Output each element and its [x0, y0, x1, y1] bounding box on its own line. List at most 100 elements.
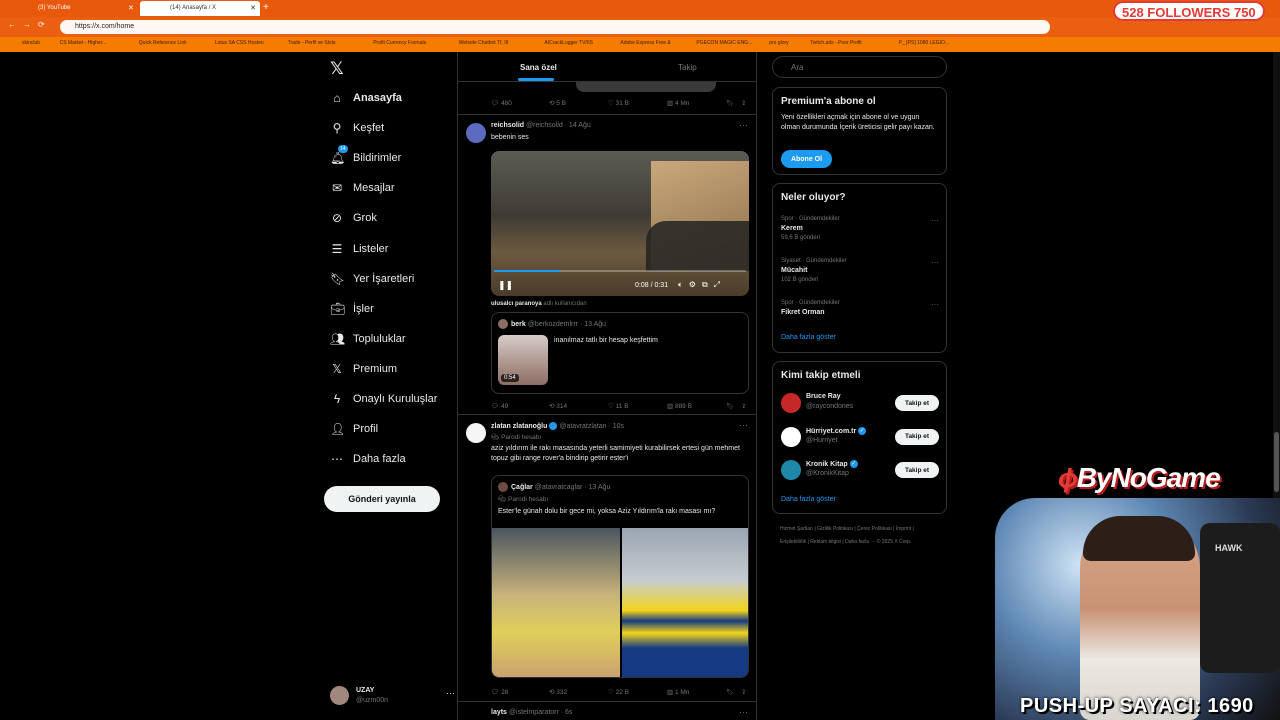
tab-youtube[interactable]: (3) YouTube ✕ [8, 1, 138, 16]
suggested-account[interactable]: Bruce Ray @raycondones Takip et [781, 391, 939, 415]
tweet-author[interactable]: layts @istelmparatorr · 6s [491, 709, 572, 716]
follow-button[interactable]: Takip et [895, 395, 939, 411]
sidebar-item-keşfet[interactable]: ⚲ Keşfet [330, 118, 385, 138]
reply-button[interactable]: 💬︎ 28 [491, 688, 508, 696]
bookmark-item[interactable]: P_ [PS] 1080 LEGIO... [899, 40, 949, 46]
more-icon[interactable]: ··· [739, 120, 748, 130]
bookmark-item[interactable]: Website Chatbot Tf, III [459, 40, 509, 46]
bookmark-item[interactable]: Trade - Perfil ve Slots [288, 40, 336, 46]
more-icon[interactable]: ··· [931, 216, 939, 225]
sidebar-item-bildirimler[interactable]: 🔔︎ Bildirimler 14 [330, 145, 401, 168]
close-icon[interactable]: ✕ [128, 4, 134, 12]
sidebar-item-yer-i̇şaretleri[interactable]: 🔖︎ Yer İşaretleri [330, 269, 414, 289]
show-more-link[interactable]: Daha fazla göster [781, 496, 836, 503]
video-progress[interactable] [494, 270, 746, 272]
account-switcher[interactable]: UZAY @uzm00n ··· [330, 686, 455, 708]
tweet-author[interactable]: reichsolid @reichsolid · 14 Ağu [491, 122, 591, 129]
search-input[interactable] [772, 56, 947, 78]
like-button[interactable]: ♡ 31 B [608, 99, 629, 107]
sidebar-item-i̇şler[interactable]: 💼︎ İşler [330, 299, 374, 319]
like-button[interactable]: ♡ 22 B [608, 688, 629, 696]
sidebar-item-daha-fazla[interactable]: ⋯ Daha fazla [330, 449, 406, 469]
tweet[interactable]: layts @istelmparatorr · 6s ··· [458, 702, 756, 720]
more-icon[interactable]: ··· [739, 707, 748, 717]
bookmark-icon[interactable]: 🔖︎ [726, 688, 734, 696]
reply-button[interactable]: 💬︎ 480 [491, 99, 512, 107]
tweet[interactable]: zlatan zlatanoğlu ✓ @atavratzlatan · 10s … [458, 415, 756, 702]
sidebar-item-topluluklar[interactable]: 👥︎ Topluluklar [330, 329, 406, 349]
tab-following[interactable]: Takip [678, 63, 697, 72]
bookmark-item[interactable]: skinclub [22, 40, 40, 46]
avatar[interactable] [781, 393, 801, 413]
suggested-account[interactable]: Hürriyet.com.tr ✓ @Hurriyet Takip et [781, 425, 939, 449]
trend-item[interactable]: Spor · Gündemdekiler Fikret Orman ··· [781, 300, 939, 319]
sidebar-item-anasayfa[interactable]: ⌂ Anasayfa [330, 88, 402, 108]
video-attribution[interactable]: ulusalcı paranoya adlı kullanıcıdan [491, 301, 587, 307]
quoted-author[interactable]: berk @berkozdemlrrr · 13 Ağu [498, 319, 606, 329]
quoted-image-right[interactable] [622, 528, 748, 677]
share-icon[interactable]: ⇪ [741, 402, 746, 410]
tweet[interactable]: reichsolid @reichsolid · 14 Ağu ··· bebe… [458, 115, 756, 415]
quoted-video-thumbnail[interactable]: 0:54 [498, 335, 548, 385]
avatar[interactable] [781, 460, 801, 480]
more-icon[interactable]: ··· [446, 688, 455, 698]
bookmark-icon[interactable]: 🔖︎ [726, 99, 734, 107]
quoted-tweet[interactable]: berk @berkozdemlrrr · 13 Ağu 0:54 inanıl… [491, 312, 749, 394]
sidebar-item-onaylı-kuruluşlar[interactable]: ϟ Onaylı Kuruluşlar [330, 389, 438, 409]
post-button[interactable]: Gönderi yayınla [324, 486, 440, 512]
bookmark-item[interactable]: Quick Reference Link [139, 40, 187, 46]
bookmark-item[interactable]: PGECON MAGIC ENG... [696, 40, 752, 46]
video-player[interactable]: ❚❚ 0:08 / 0:31 🔈︎⚙⧉⤢ [491, 151, 749, 296]
like-button[interactable]: ♡ 11 B [608, 402, 629, 410]
share-icon[interactable]: ⇪ [741, 688, 746, 696]
bookmark-item[interactable]: Lotus SA CSS Hosten [215, 40, 264, 46]
retweet-button[interactable]: ⟲ 5 B [549, 99, 566, 107]
views-button[interactable]: ▥ 4 Mn [667, 99, 689, 107]
subscribe-button[interactable]: Abone Ol [781, 150, 832, 168]
bookmark-item[interactable]: AICrackLogger TV/IIS [544, 40, 593, 46]
new-tab-icon[interactable]: + [263, 2, 269, 13]
more-icon[interactable]: ··· [931, 300, 939, 309]
pause-icon[interactable]: ❚❚ [498, 280, 513, 291]
quoted-author[interactable]: Çağlar @atavratcaglar · 13 Ağu [498, 482, 610, 492]
retweet-button[interactable]: ⟲ 314 [549, 402, 567, 410]
scrollbar-thumb[interactable] [1274, 432, 1279, 492]
quoted-tweet[interactable]: Çağlar @atavratcaglar · 13 Ağu 🎭︎ Parodi… [491, 475, 749, 678]
sidebar-item-profil[interactable]: 👤︎ Profil [330, 419, 378, 439]
sidebar-item-premium[interactable]: 𝕏 Premium [330, 359, 397, 379]
avatar[interactable] [466, 423, 486, 443]
tab-for-you[interactable]: Sana özel [520, 63, 557, 72]
sidebar-item-mesajlar[interactable]: ✉ Mesajlar [330, 178, 395, 198]
sidebar-item-grok[interactable]: ⊘ Grok [330, 208, 377, 228]
bookmark-item[interactable]: Twitch.ads - Poor Profit [810, 40, 862, 46]
video-controls[interactable]: 🔈︎⚙⧉⤢ [678, 280, 726, 290]
tab-x-home[interactable]: (14) Anasayfa / X ✕ [140, 1, 260, 16]
bookmark-item[interactable]: Adobe Express Free & [620, 40, 670, 46]
quoted-image-left[interactable] [492, 528, 620, 677]
more-icon[interactable]: ··· [739, 420, 748, 430]
avatar[interactable] [466, 123, 486, 143]
suggested-account[interactable]: Kronik Kitap ✓ @KronikKitap Takip et [781, 458, 939, 482]
tweet-author[interactable]: zlatan zlatanoğlu ✓ @atavratzlatan · 10s [491, 422, 624, 430]
close-icon[interactable]: ✕ [250, 4, 256, 12]
bookmark-item[interactable]: CS Market - Higher... [60, 40, 107, 46]
follow-button[interactable]: Takip et [895, 428, 939, 445]
retweet-button[interactable]: ⟲ 332 [549, 688, 567, 696]
more-icon[interactable]: ··· [931, 258, 939, 267]
nav-buttons[interactable]: ←→⟳ [8, 20, 52, 29]
trend-item[interactable]: Spor · Gündemdekiler Kerem 59,6 B gönderi ·… [781, 216, 939, 241]
views-button[interactable]: ▥ 889 B [667, 402, 692, 410]
avatar[interactable] [781, 426, 801, 447]
bookmark-icon[interactable]: 🔖︎ [726, 402, 734, 410]
share-icon[interactable]: ⇪ [741, 99, 746, 107]
sidebar-item-listeler[interactable]: ☰ Listeler [330, 239, 389, 259]
trend-item[interactable]: Siyaset · Gündemdekiler Mücahit 102 B gönd… [781, 258, 939, 283]
reply-button[interactable]: 💬︎ 49 [491, 402, 508, 410]
x-logo-icon[interactable]: 𝕏 [330, 59, 344, 79]
bookmark-item[interactable]: pro glory [769, 40, 788, 46]
url-input[interactable]: https://x.com/home [60, 20, 1050, 34]
views-button[interactable]: ▥ 1 Mn [667, 688, 689, 696]
follow-button[interactable]: Takip et [895, 462, 939, 478]
bookmark-item[interactable]: Profit Currency Formats [373, 40, 426, 46]
show-more-link[interactable]: Daha fazla göster [781, 334, 836, 341]
